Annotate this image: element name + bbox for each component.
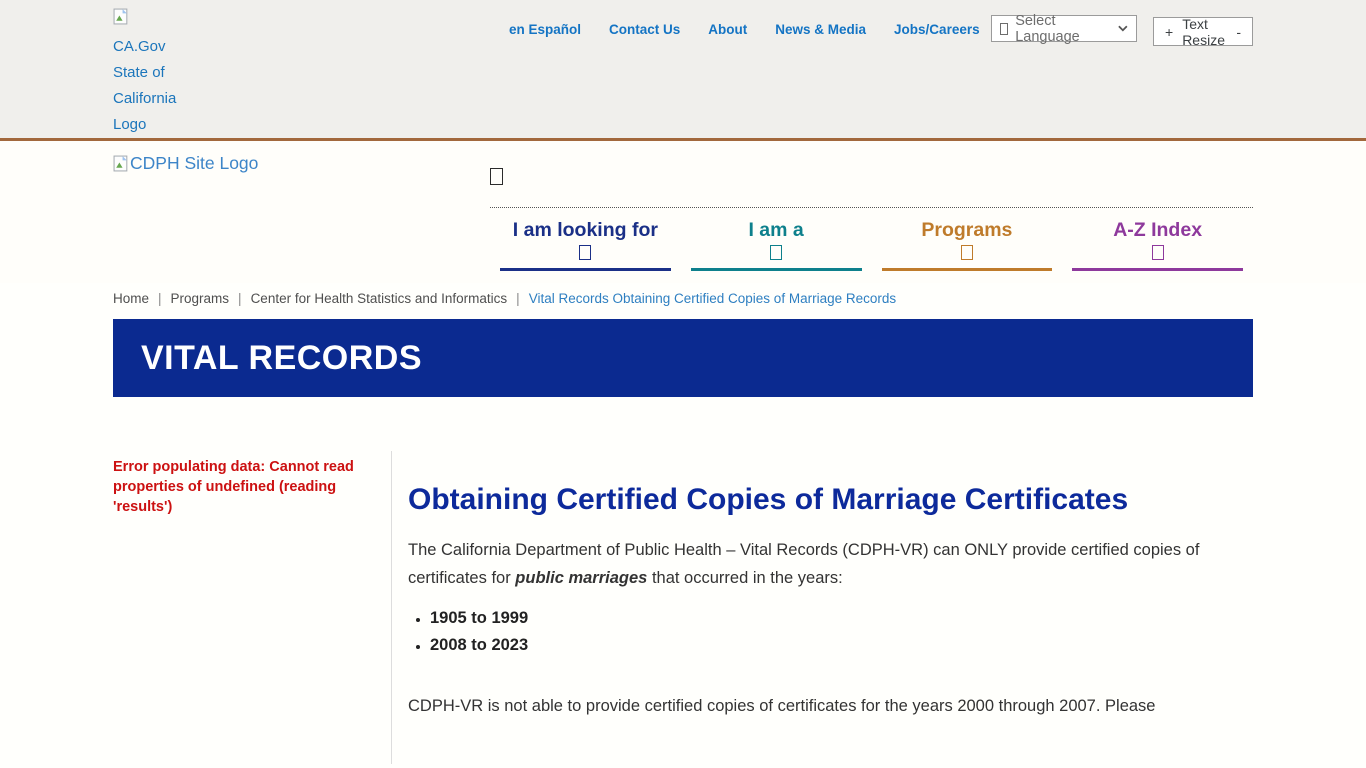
language-select-dropdown[interactable]: Select Language — [991, 15, 1137, 42]
nav-link-jobs-careers[interactable]: Jobs/Careers — [894, 22, 980, 37]
breadcrumb-current-page[interactable]: Vital Records Obtaining Certified Copies… — [529, 291, 896, 306]
chevron-missing-glyph-icon — [770, 245, 782, 260]
nav-dotted-divider — [490, 207, 1253, 208]
public-marriages-emphasis: public marriages — [515, 569, 647, 587]
site-header: CDPH Site Logo I am looking for I am a P… — [0, 141, 1366, 283]
text-resize-control: + Text Resize - — [1153, 17, 1253, 46]
cdph-site-logo[interactable]: CDPH Site Logo — [113, 153, 258, 175]
chevron-missing-glyph-icon — [961, 245, 973, 260]
nav-tab-programs[interactable]: Programs — [882, 219, 1053, 271]
chevron-missing-glyph-icon — [579, 245, 591, 260]
breadcrumb: Home | Programs | Center for Health Stat… — [113, 291, 1253, 306]
nav-link-contact-us[interactable]: Contact Us — [609, 22, 680, 37]
sidebar-error-message: Error populating data: Cannot read prope… — [113, 457, 379, 517]
nav-link-en-espanol[interactable]: en Español — [509, 22, 581, 37]
logo-alt-text: CA.Gov — [113, 34, 183, 60]
broken-image-icon — [113, 154, 130, 175]
years-list: 1905 to 1999 2008 to 2023 — [430, 605, 1253, 658]
text-resize-decrease-button[interactable]: - — [1236, 24, 1241, 40]
left-sidebar: Error populating data: Cannot read prope… — [113, 397, 391, 764]
language-select-label: Select Language — [1015, 13, 1111, 45]
broken-image-icon — [113, 8, 130, 34]
utility-header: CA.Gov State of California Logo en Españ… — [0, 0, 1366, 141]
nav-tab-i-am-a[interactable]: I am a — [691, 219, 862, 271]
article-heading: Obtaining Certified Copies of Marriage C… — [408, 475, 1253, 525]
intro-paragraph: The California Department of Public Heal… — [408, 536, 1253, 592]
nav-toggle-missing-glyph-icon[interactable] — [490, 168, 503, 185]
content-area: Error populating data: Cannot read prope… — [113, 397, 1253, 764]
ca-gov-logo[interactable]: CA.Gov State of California Logo — [113, 8, 183, 138]
list-item-years-1: 1905 to 1999 — [430, 605, 1253, 632]
list-item-years-2: 2008 to 2023 — [430, 632, 1253, 659]
nav-tab-a-z-index[interactable]: A-Z Index — [1072, 219, 1243, 271]
nav-link-news-media[interactable]: News & Media — [775, 22, 866, 37]
nav-tab-underline — [1072, 268, 1243, 271]
page-title-banner: VITAL RECORDS — [113, 319, 1253, 397]
nav-link-about[interactable]: About — [708, 22, 747, 37]
text-resize-label: Text Resize — [1182, 16, 1227, 48]
nav-tab-underline — [500, 268, 671, 271]
page-title: VITAL RECORDS — [141, 339, 422, 378]
mega-nav: I am looking for I am a Programs A-Z Ind… — [490, 141, 1253, 271]
chevron-missing-glyph-icon — [1152, 245, 1164, 260]
utility-nav: en Español Contact Us About News & Media… — [509, 22, 980, 37]
breadcrumb-programs[interactable]: Programs — [171, 291, 230, 306]
missing-glyph-icon — [1000, 23, 1008, 35]
cdph-logo-alt-text: CDPH Site Logo — [130, 153, 258, 173]
note-paragraph: CDPH-VR is not able to provide certified… — [408, 692, 1253, 720]
text-resize-increase-button[interactable]: + — [1165, 24, 1173, 40]
main-content: Obtaining Certified Copies of Marriage C… — [392, 397, 1253, 764]
chevron-down-icon — [1118, 25, 1128, 32]
breadcrumb-home[interactable]: Home — [113, 291, 149, 306]
nav-tab-underline — [882, 268, 1053, 271]
breadcrumb-chsi[interactable]: Center for Health Statistics and Informa… — [251, 291, 508, 306]
nav-tab-i-am-looking-for[interactable]: I am looking for — [500, 219, 671, 271]
nav-tab-underline — [691, 268, 862, 271]
